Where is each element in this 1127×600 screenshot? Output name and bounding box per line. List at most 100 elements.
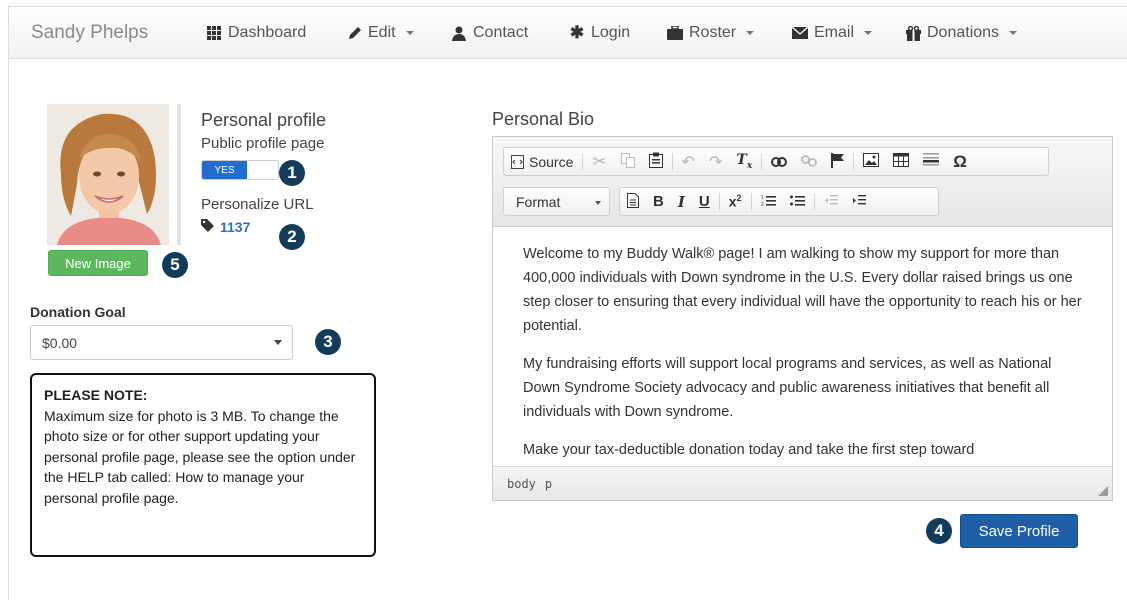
- toolbar-separator: [718, 193, 720, 210]
- chevron-down-icon: [864, 31, 873, 35]
- nav-login[interactable]: ✱ Login: [569, 23, 631, 42]
- note-body: Maximum size for photo is 3 MB. To chang…: [44, 407, 356, 506]
- link-icon: [771, 154, 788, 170]
- superscript-icon: x2: [728, 193, 742, 210]
- nav-login-label: Login: [591, 24, 631, 41]
- public-profile-label: Public profile page: [201, 135, 325, 152]
- italic-icon: I: [677, 192, 685, 211]
- nav-contact[interactable]: Contact: [451, 24, 528, 42]
- tag-icon: [201, 219, 214, 235]
- copy-button[interactable]: [614, 148, 642, 175]
- bio-editor: Source ✂ ↶ ↷ Tx Ω Format B I U x2 1 2 We…: [492, 136, 1113, 501]
- pencil-icon: [346, 25, 362, 41]
- note-title: PLEASE NOTE:: [44, 387, 148, 403]
- chevron-down-icon: [274, 340, 282, 345]
- bio-content[interactable]: Welcome to my Buddy Walk® page! I am wal…: [493, 228, 1112, 466]
- nav-email-label: Email: [814, 24, 855, 41]
- step-badge-5: 5: [162, 252, 188, 278]
- indent-button[interactable]: [845, 188, 873, 215]
- special-char-button[interactable]: Ω: [946, 148, 974, 175]
- donation-goal-select[interactable]: $0.00: [30, 325, 293, 360]
- nav-donations-label: Donations: [927, 24, 1000, 41]
- asterisk-icon: ✱: [569, 23, 585, 42]
- save-profile-button[interactable]: Save Profile: [960, 514, 1078, 548]
- profile-title: Personal profile: [201, 110, 327, 130]
- superscript-button[interactable]: x2: [722, 188, 749, 215]
- numbered-list-icon: 12: [761, 194, 776, 210]
- donation-goal-value: $0.00: [42, 334, 78, 351]
- unlink-button[interactable]: [794, 148, 824, 175]
- outdent-button[interactable]: [817, 188, 845, 215]
- link-button[interactable]: [764, 148, 794, 175]
- bold-icon: B: [653, 193, 664, 210]
- resize-handle[interactable]: [1098, 486, 1108, 496]
- url-link[interactable]: 1137: [220, 219, 250, 235]
- path-p[interactable]: p: [545, 477, 552, 491]
- user-icon: [451, 25, 467, 41]
- paste-icon: [648, 152, 663, 171]
- toolbar-separator: [582, 153, 584, 170]
- image-button[interactable]: [856, 148, 886, 175]
- nav-dashboard[interactable]: Dashboard: [206, 24, 306, 42]
- step-badge-1: 1: [279, 160, 305, 186]
- undo-icon: ↶: [681, 153, 696, 171]
- path-body[interactable]: body: [507, 477, 536, 491]
- unlink-icon: [801, 154, 818, 170]
- step-badge-3: 3: [315, 329, 341, 355]
- nav-donations[interactable]: Donations: [905, 24, 1018, 42]
- avatar: [47, 104, 169, 245]
- table-button[interactable]: [886, 148, 916, 175]
- redo-icon: ↷: [709, 153, 723, 171]
- nav-dashboard-label: Dashboard: [228, 24, 307, 41]
- nav-email[interactable]: Email: [792, 24, 873, 42]
- chevron-down-icon: [405, 31, 414, 35]
- redo-button[interactable]: ↷: [702, 148, 729, 175]
- scissors-icon: ✂: [592, 151, 607, 171]
- nav-edit[interactable]: Edit: [346, 24, 414, 42]
- nav-contact-label: Contact: [473, 24, 529, 41]
- indent-icon: [852, 194, 866, 210]
- omega-icon: Ω: [953, 151, 967, 171]
- editor-statusbar: body p: [493, 466, 1112, 500]
- source-button[interactable]: Source: [504, 148, 580, 175]
- toolbar-separator: [761, 153, 763, 170]
- personalize-url-value[interactable]: 1137: [201, 219, 250, 235]
- cut-button[interactable]: ✂: [585, 148, 613, 175]
- photo-note: PLEASE NOTE: Maximum size for photo is 3…: [30, 373, 376, 557]
- grid-icon: [206, 25, 222, 41]
- horizontal-line-icon: [923, 152, 940, 171]
- underline-icon: U: [698, 193, 710, 210]
- format-select[interactable]: Format: [503, 187, 610, 216]
- editor-toolbar: Source ✂ ↶ ↷ Tx Ω Format B I U x2 1 2: [493, 137, 1112, 227]
- nav-roster[interactable]: Roster: [667, 24, 755, 42]
- source-icon: [511, 154, 524, 169]
- numbered-list-button[interactable]: 12: [754, 188, 783, 215]
- toolbar-row-2: B I U x2 12: [619, 187, 939, 216]
- undo-button[interactable]: ↶: [675, 148, 702, 175]
- public-profile-toggle[interactable]: YES: [201, 160, 279, 180]
- italic-button[interactable]: I: [671, 188, 692, 215]
- new-image-button[interactable]: New Image: [48, 250, 148, 276]
- bold-button[interactable]: B: [646, 188, 671, 215]
- copy-icon: [620, 152, 635, 171]
- profile-divider: [177, 104, 181, 245]
- outdent-icon: [824, 194, 838, 210]
- anchor-button[interactable]: [824, 148, 851, 175]
- image-icon: [863, 153, 880, 170]
- paste-button[interactable]: [642, 148, 670, 175]
- horizontal-line-button[interactable]: [916, 148, 946, 175]
- source-label: Source: [529, 153, 574, 170]
- step-badge-4: 4: [926, 518, 952, 544]
- bio-paragraph: Welcome to my Buddy Walk® page! I am wal…: [523, 246, 1082, 334]
- toggle-yes-label: YES: [202, 161, 247, 179]
- remove-format-button[interactable]: Tx: [729, 148, 759, 175]
- underline-button[interactable]: U: [692, 188, 717, 215]
- briefcase-icon: [667, 25, 683, 41]
- svg-text:1: 1: [761, 195, 764, 201]
- page-border: [8, 58, 9, 600]
- bullet-list-button[interactable]: [783, 188, 812, 215]
- personalize-url-label: Personalize URL: [201, 196, 314, 213]
- brand-name[interactable]: Sandy Phelps: [31, 22, 148, 44]
- toolbar-separator: [813, 193, 815, 210]
- document-button[interactable]: [620, 188, 646, 215]
